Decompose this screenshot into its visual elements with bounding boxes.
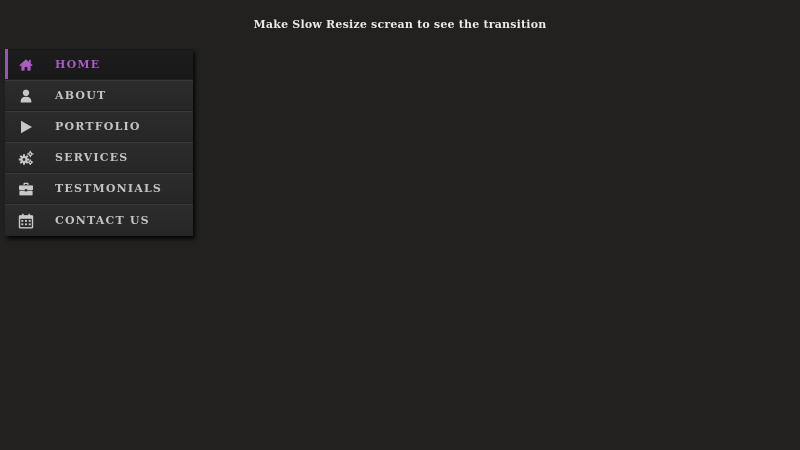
play-icon bbox=[18, 119, 34, 135]
nav-item-portfolio[interactable]: PORTFOLIO bbox=[5, 111, 193, 141]
nav-item-label: SERVICES bbox=[55, 150, 129, 164]
nav-item-label: TESTMONIALS bbox=[55, 181, 163, 195]
nav-item-label: HOME bbox=[55, 57, 101, 71]
nav-item-testimonials[interactable]: TESTMONIALS bbox=[5, 173, 193, 203]
side-navigation-menu: HOME ABOUT PORTFOLIO SERVICES TESTMONIAL… bbox=[5, 49, 193, 236]
user-icon bbox=[18, 88, 34, 104]
calendar-icon bbox=[18, 213, 34, 229]
gears-icon bbox=[18, 150, 34, 166]
nav-item-label: ABOUT bbox=[55, 88, 107, 102]
home-icon bbox=[18, 57, 34, 73]
nav-item-services[interactable]: SERVICES bbox=[5, 142, 193, 172]
page-heading: Make Slow Resize screan to see the trans… bbox=[253, 18, 547, 31]
nav-item-contact[interactable]: CONTACT US bbox=[5, 204, 193, 236]
nav-item-label: CONTACT US bbox=[55, 213, 150, 227]
nav-item-about[interactable]: ABOUT bbox=[5, 80, 193, 110]
nav-item-label: PORTFOLIO bbox=[55, 119, 141, 133]
briefcase-icon bbox=[18, 181, 34, 197]
nav-item-home[interactable]: HOME bbox=[5, 49, 193, 79]
